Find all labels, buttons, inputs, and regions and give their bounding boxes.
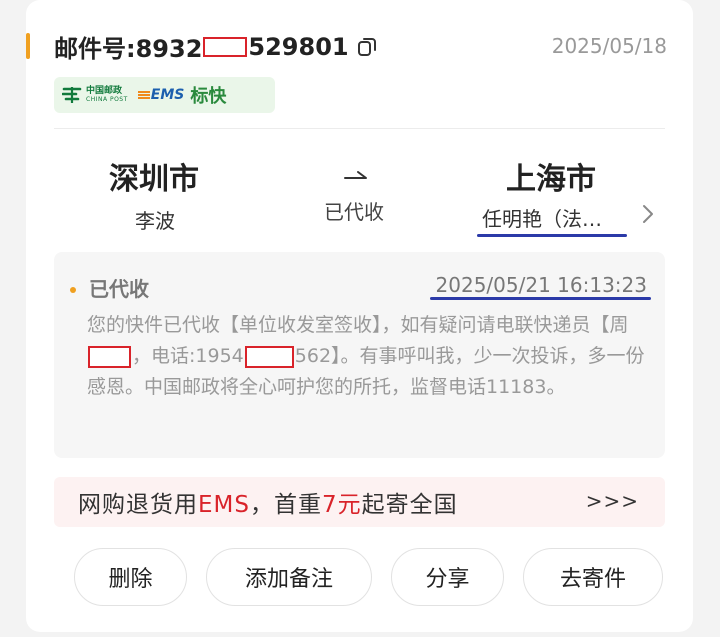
- china-post-logo: 中国邮政 CHINA POST: [62, 86, 128, 104]
- service-type: 标快: [190, 86, 227, 107]
- carrier-badge: 中国邮政 CHINA POST EMS 标快: [54, 77, 275, 113]
- tracking-desc-part1: 您的快件已代收【单位收发室签收】，如有疑问请电联快递员【周: [87, 314, 629, 336]
- promo-text: 网购退货用EMS，首重7元起寄全国: [78, 485, 458, 519]
- promo-price: 7元: [321, 492, 362, 518]
- promo-text-e: 起寄全国: [361, 492, 458, 518]
- order-date: 2025/05/18: [551, 34, 667, 58]
- ems-logo-text: EMS: [150, 87, 185, 103]
- accent-bar: [26, 33, 30, 59]
- delete-button[interactable]: 删除: [74, 548, 187, 606]
- sender-name: 李波: [135, 209, 175, 233]
- chevron-right-icon[interactable]: [640, 203, 656, 225]
- ems-logo: EMS: [137, 87, 185, 103]
- promo-text-c: ，首重: [249, 492, 322, 518]
- mail-number: 邮件号:8932 529801: [54, 29, 379, 64]
- tracking-latest[interactable]: 已代收 2025/05/21 16:13:23 您的快件已代收【单位收发室签收】…: [54, 252, 665, 458]
- ems-speed-lines-icon: [137, 91, 150, 99]
- recipient-name: 任明艳（法…: [482, 207, 602, 231]
- redaction-box: [244, 345, 294, 368]
- promo-text-a: 网购退货用: [78, 492, 198, 518]
- origin-city: 深圳市: [109, 162, 199, 197]
- route-status: 已代收: [324, 200, 384, 224]
- recipient-annotation-underline: [477, 234, 627, 237]
- tracking-description: 您的快件已代收【单位收发室签收】，如有疑问请电联快递员【周，电话:1954 562…: [87, 310, 655, 403]
- tracking-time: 2025/05/21 16:13:23: [435, 273, 647, 297]
- copy-icon[interactable]: [355, 35, 379, 59]
- add-note-button[interactable]: 添加备注: [206, 548, 372, 606]
- tracking-status: 已代收: [89, 277, 149, 301]
- tracking-desc-part2: ，电话:1954: [132, 345, 244, 367]
- shipment-card: 邮件号:8932 529801 2025/05/18 中国邮政 CHINA PO…: [26, 0, 693, 632]
- destination-city: 上海市: [506, 162, 596, 197]
- status-dot-icon: [70, 287, 76, 293]
- promo-banner[interactable]: 网购退货用EMS，首重7元起寄全国 >>>: [54, 477, 665, 527]
- time-annotation-underline: [430, 297, 651, 300]
- redaction-box: [88, 345, 131, 368]
- promo-ems: EMS: [198, 492, 250, 518]
- china-post-en: CHINA POST: [86, 96, 128, 103]
- redaction-box: [203, 36, 248, 57]
- share-button[interactable]: 分享: [391, 548, 504, 606]
- route-arrow-icon: [344, 171, 367, 179]
- mail-number-prefix: 邮件号:8932: [54, 35, 203, 63]
- send-package-button[interactable]: 去寄件: [523, 548, 663, 606]
- mail-number-suffix: 529801: [248, 32, 349, 61]
- promo-more-link[interactable]: >>>: [586, 489, 639, 513]
- divider: [54, 128, 665, 129]
- china-post-zh: 中国邮政: [86, 86, 123, 96]
- china-post-icon: [62, 87, 82, 103]
